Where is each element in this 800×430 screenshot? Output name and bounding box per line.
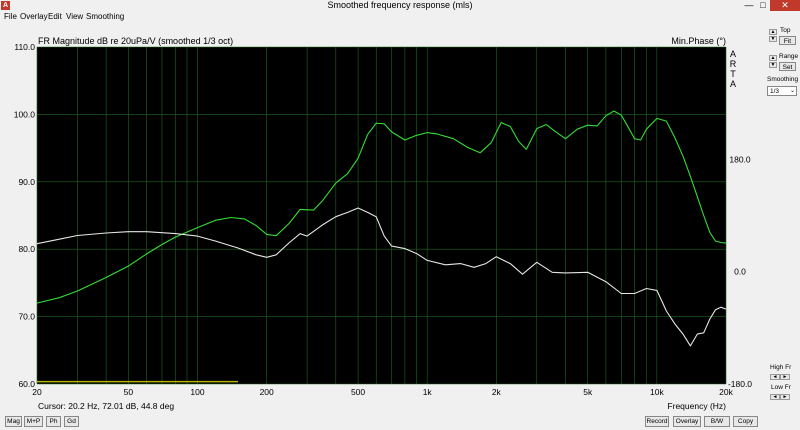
high-fr-left-button[interactable]: ◄ <box>770 374 780 380</box>
cursor-readout: Cursor: 20.2 Hz, 72.01 dB, 44.8 deg <box>38 401 174 411</box>
x-axis-label: Frequency (Hz) <box>667 401 726 411</box>
chart-title: FR Magnitude dB re 20uPa/V (smoothed 1/3… <box>38 36 233 46</box>
top-label: Top <box>780 27 791 34</box>
chevron-down-icon: ⌄ <box>789 88 795 94</box>
y-tick-label: 90.0 <box>18 177 35 187</box>
set-button[interactable]: Set <box>779 62 796 71</box>
minimize-button[interactable]: — <box>742 0 756 11</box>
window-title: Smoothed frequency response (mls) <box>327 0 473 10</box>
bw-button[interactable]: B/W <box>704 416 730 427</box>
menu-bar: File Overlay Edit View Smoothing <box>0 11 800 23</box>
menu-file[interactable]: File <box>4 11 17 23</box>
y-tick-label: 70.0 <box>18 312 35 322</box>
x-tick-label: 20 <box>32 387 42 397</box>
y2-ticks: -180.00.0180.0 <box>728 154 752 389</box>
y2-tick-label: 0.0 <box>734 267 746 277</box>
arta-brand-a2: A <box>730 79 736 89</box>
maximize-button[interactable]: □ <box>756 0 770 11</box>
menu-edit[interactable]: Edit <box>48 11 62 23</box>
record-button[interactable]: Record <box>645 416 669 427</box>
copy-button[interactable]: Copy <box>733 416 758 427</box>
x-tick-label: 20k <box>719 387 733 397</box>
smoothing-label: Smoothing <box>767 76 799 83</box>
plot-background <box>37 47 726 384</box>
y-tick-label: 110.0 <box>14 42 35 52</box>
x-tick-label: 1k <box>423 387 433 397</box>
group-delay-button[interactable]: Gd <box>64 416 79 427</box>
x-tick-label: 200 <box>260 387 274 397</box>
range-label: Range <box>779 53 799 60</box>
high-fr-label: High Fr <box>770 364 792 371</box>
low-fr-right-button[interactable]: ► <box>780 394 790 400</box>
mag-phase-button[interactable]: M+P <box>24 416 43 427</box>
smoothing-value: 1/3 <box>770 88 780 95</box>
x-tick-label: 50 <box>124 387 134 397</box>
y-tick-label: 80.0 <box>18 244 35 254</box>
low-fr-left-button[interactable]: ◄ <box>770 394 780 400</box>
arta-brand-a1: A <box>730 49 736 59</box>
frequency-response-chart[interactable]: 60.070.080.090.0100.0110.0 -180.00.0180.… <box>0 23 765 413</box>
menu-view[interactable]: View <box>66 11 83 23</box>
fit-button[interactable]: Fit <box>779 36 796 45</box>
high-fr-right-button[interactable]: ► <box>780 374 790 380</box>
menu-overlay[interactable]: Overlay <box>20 11 48 23</box>
x-tick-label: 10k <box>650 387 664 397</box>
menu-smoothing[interactable]: Smoothing <box>86 11 124 23</box>
overlay-button[interactable]: Overlay <box>673 416 701 427</box>
range-down-button[interactable]: ▼ <box>769 62 777 68</box>
low-fr-label: Low Fr <box>771 384 791 391</box>
title-bar: A Smoothed frequency response (mls) — □ … <box>0 0 800 11</box>
top-down-button[interactable]: ▼ <box>769 36 777 42</box>
range-up-button[interactable]: ▲ <box>769 55 777 61</box>
close-button[interactable]: ✕ <box>770 0 800 11</box>
x-tick-label: 100 <box>190 387 204 397</box>
smoothing-select[interactable]: 1/3 ⌄ <box>767 86 797 96</box>
control-panel: ▲ ▼ Top Fit ▲ ▼ Range Set Smoothing 1/3 … <box>765 23 800 413</box>
plot-area: 60.0 70.0 80.0 90.0 100.0 110.0 -180.0 0.0 180.… <box>0 23 765 413</box>
y-tick-label: 100.0 <box>14 109 36 119</box>
x-ticks: 20 50 100 200 500 1k 2k 5k 10k 20k <box>32 387 733 397</box>
x-tick-label: 5k <box>583 387 593 397</box>
arta-brand-t: T <box>730 69 736 79</box>
arta-brand-r: R <box>730 59 737 69</box>
y-ticks: 60.070.080.090.0100.0110.0 <box>14 42 36 389</box>
mag-button[interactable]: Mag <box>5 416 22 427</box>
top-up-button[interactable]: ▲ <box>769 29 777 35</box>
x-tick-label: 2k <box>492 387 502 397</box>
phase-button[interactable]: Ph <box>46 416 61 427</box>
y2-tick-label: 180.0 <box>729 154 751 164</box>
phase-axis-title: Min.Phase (°) <box>671 36 726 46</box>
bottom-bar: Mag M+P Ph Gd Record Overlay B/W Copy <box>0 413 800 430</box>
x-tick-label: 500 <box>351 387 365 397</box>
